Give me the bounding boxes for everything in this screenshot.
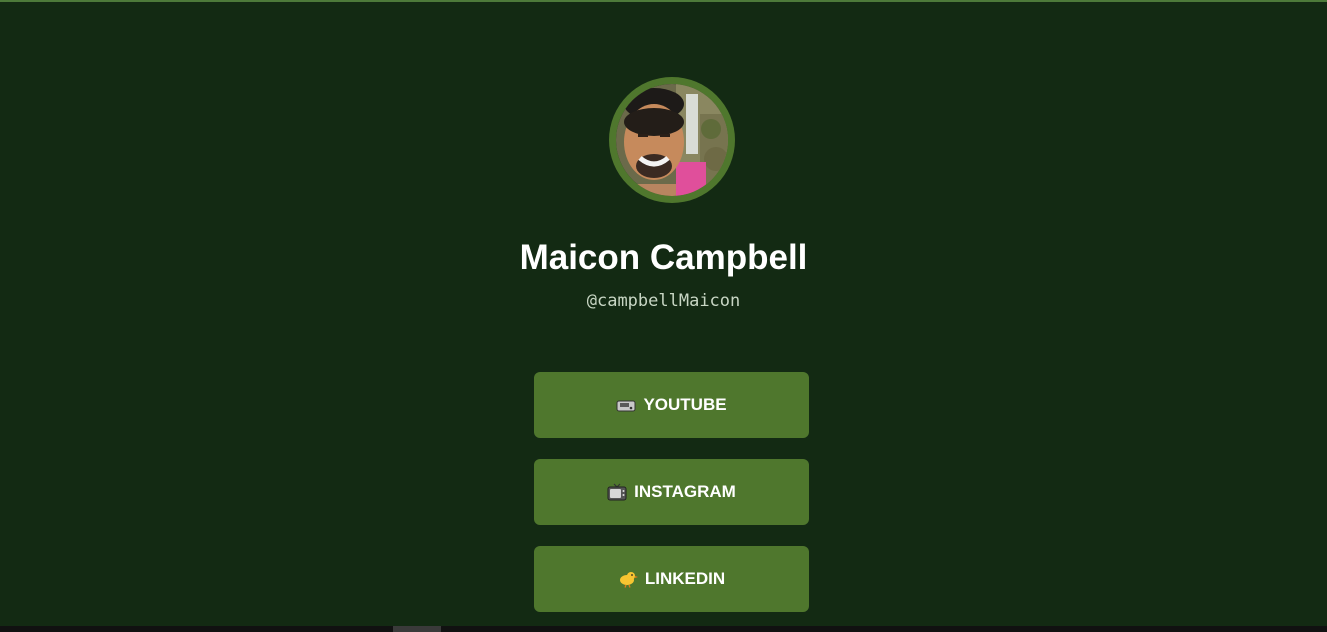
scrollbar-thumb[interactable] xyxy=(393,626,441,632)
profile-handle: @campbellMaicon xyxy=(586,291,741,311)
television-icon xyxy=(607,483,627,501)
youtube-link-button[interactable]: YOUTUBE xyxy=(534,372,809,438)
linktree-page: Maicon Campbell @campbellMaicon YOUTUBE … xyxy=(0,0,1327,632)
instagram-link-button[interactable]: INSTAGRAM xyxy=(534,459,809,525)
avatar-ring xyxy=(609,77,735,203)
instagram-link-label: INSTAGRAM xyxy=(634,482,736,501)
baby-chick-icon xyxy=(619,572,638,588)
pager-icon xyxy=(616,400,636,412)
top-border xyxy=(0,0,1327,2)
avatar-photo xyxy=(616,84,728,196)
links-list: YOUTUBE INSTAGRAM LINKEDIN xyxy=(534,372,809,632)
horizontal-scrollbar[interactable] xyxy=(0,626,1327,632)
profile-name: Maicon Campbell xyxy=(519,238,808,277)
linkedin-link-button[interactable]: LINKEDIN xyxy=(534,546,809,612)
linkedin-link-label: LINKEDIN xyxy=(644,569,726,588)
youtube-link-label: YOUTUBE xyxy=(643,395,727,414)
avatar xyxy=(616,84,728,196)
